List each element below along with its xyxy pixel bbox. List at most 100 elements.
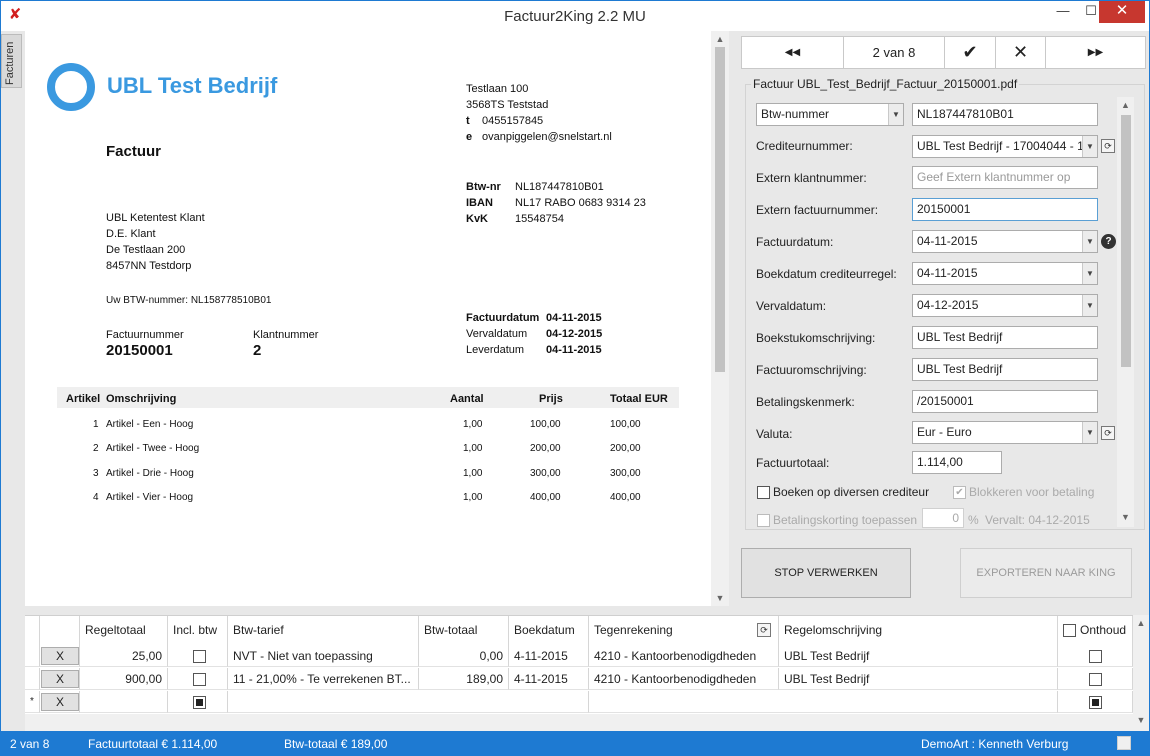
close-window-button[interactable]: ✕ [1099, 1, 1145, 23]
item-desc: Artikel - Vier - Hoog [106, 492, 194, 503]
minimize-button[interactable]: — [1048, 1, 1078, 23]
col-regeltotaal[interactable]: Regeltotaal [80, 616, 168, 645]
col-onthoud[interactable]: Onthoud [1058, 616, 1133, 645]
scroll-up-icon[interactable]: ▲ [711, 34, 729, 44]
betalingskenmerk-input[interactable]: /20150001 [912, 390, 1098, 413]
item-total: 200,00 [610, 443, 641, 454]
onthoud-checkbox-indeterminate[interactable] [1089, 696, 1102, 709]
cell-tegenrekening[interactable] [589, 691, 1058, 713]
reject-button[interactable]: ✕ [996, 37, 1046, 68]
boekdatum-label: Boekdatum crediteurregel: [756, 267, 897, 281]
scroll-down-icon[interactable]: ▼ [1117, 512, 1134, 522]
scroll-up-icon[interactable]: ▲ [1117, 100, 1134, 110]
cell-btw-totaal[interactable]: 189,00 [419, 668, 509, 690]
scroll-up-icon[interactable]: ▲ [1133, 618, 1149, 628]
korting-percentage-input[interactable]: 0 [922, 508, 964, 528]
valuta-select[interactable]: Eur - Euro ▼ [912, 421, 1098, 444]
status-btwtotaal: Btw-totaal € 189,00 [284, 737, 388, 751]
form-scrollbar[interactable]: ▲ ▼ [1117, 97, 1134, 527]
chevron-down-icon[interactable]: ▼ [888, 104, 903, 125]
cell-btw-tarief[interactable] [228, 691, 589, 713]
factuurtotaal-input[interactable]: 1.114,00 [912, 451, 1002, 474]
cell-regelomschrijving[interactable]: UBL Test Bedrijf [779, 668, 1058, 690]
invoice-preview: UBL Test Bedrijf Testlaan 100 3568TS Tes… [25, 31, 711, 606]
stop-processing-button[interactable]: STOP VERWERKEN [741, 548, 911, 598]
invoice-navigation: ◀◀ 2 van 8 ✔ ✕ ▶▶ [741, 36, 1146, 69]
grid-horizontal-scrollbar[interactable] [25, 714, 1133, 731]
extern-klant-input[interactable]: Geef Extern klantnummer op [912, 166, 1098, 189]
scroll-down-icon[interactable]: ▼ [711, 593, 729, 603]
delete-row-button[interactable]: X [41, 693, 79, 711]
cell-btw-totaal[interactable]: 0,00 [419, 645, 509, 667]
cell-regeltotaal[interactable] [80, 691, 168, 713]
cell-btw-tarief[interactable]: NVT - Niet van toepassing [228, 645, 419, 667]
factuuromschr-input[interactable]: UBL Test Bedrijf [912, 358, 1098, 381]
panel-splitter[interactable] [25, 607, 1149, 615]
scroll-down-icon[interactable]: ▼ [1133, 715, 1149, 725]
cell-regeltotaal[interactable]: 900,00 [80, 668, 168, 690]
extern-factuur-input[interactable]: 20150001 [912, 198, 1098, 221]
refresh-crediteur-icon[interactable]: ⟳ [1101, 139, 1115, 153]
cell-tegenrekening[interactable]: 4210 - Kantoorbenodigdheden [589, 668, 779, 690]
export-status-icon[interactable] [1117, 736, 1131, 750]
delete-row-button[interactable]: X [41, 670, 79, 688]
incl-btw-checkbox[interactable] [193, 673, 206, 686]
document-scrollbar[interactable]: ▲ ▼ [711, 31, 729, 606]
item-qty: 1,00 [463, 468, 483, 479]
factuurdatum-picker[interactable]: 04-11-2015 ▼ [912, 230, 1098, 253]
incl-btw-checkbox[interactable] [193, 650, 206, 663]
vervaldatum-picker[interactable]: 04-12-2015 ▼ [912, 294, 1098, 317]
col-regelomschrijving[interactable]: Regelomschrijving [779, 616, 1058, 645]
grid-scrollbar[interactable]: ▲ ▼ [1133, 615, 1149, 731]
korting-checkbox[interactable] [757, 514, 770, 527]
refresh-tegenrekening-icon[interactable]: ⟳ [757, 623, 771, 637]
item-qty: 1,00 [463, 443, 483, 454]
export-to-king-button[interactable]: EXPORTEREN NAAR KING [960, 548, 1132, 598]
onthoud-all-checkbox[interactable] [1063, 624, 1076, 637]
last-invoice-button[interactable]: ▶▶ [1046, 37, 1145, 68]
help-icon[interactable]: ? [1101, 234, 1116, 249]
chevron-down-icon[interactable]: ▼ [1082, 231, 1097, 252]
form-scroll-thumb[interactable] [1121, 115, 1131, 367]
chevron-down-icon[interactable]: ▼ [1082, 295, 1097, 316]
diversen-checkbox[interactable] [757, 486, 770, 499]
crediteurnummer-select[interactable]: UBL Test Bedrijf - 17004044 - 1 ▼ [912, 135, 1098, 158]
recipient-line: D.E. Klant [106, 228, 156, 240]
document-scroll-thumb[interactable] [715, 47, 725, 372]
valuta-value: Eur - Euro [917, 425, 972, 439]
tab-facturen[interactable]: Facturen [1, 34, 22, 88]
chevron-down-icon[interactable]: ▼ [1082, 136, 1097, 157]
col-tegenrekening[interactable]: Tegenrekening ⟳ [589, 616, 779, 645]
col-btw-tarief[interactable]: Btw-tarief [228, 616, 419, 645]
cell-regeltotaal[interactable]: 25,00 [80, 645, 168, 667]
item-price: 100,00 [530, 419, 561, 430]
col-boekdatum[interactable]: Boekdatum [509, 616, 589, 645]
item-nr: 4 [93, 492, 99, 503]
delete-row-button[interactable]: X [41, 647, 79, 665]
refresh-valuta-icon[interactable]: ⟳ [1101, 426, 1115, 440]
boekstuk-input[interactable]: UBL Test Bedrijf [912, 326, 1098, 349]
onthoud-checkbox[interactable] [1089, 673, 1102, 686]
cell-regelomschrijving[interactable]: UBL Test Bedrijf [779, 645, 1058, 667]
incl-btw-checkbox-indeterminate[interactable] [193, 696, 206, 709]
cell-tegenrekening[interactable]: 4210 - Kantoorbenodigdheden [589, 645, 779, 667]
col-incl-btw[interactable]: Incl. btw [168, 616, 228, 645]
new-row-marker: * [25, 691, 40, 713]
lookup-type-select[interactable]: Btw-nummer ▼ [756, 103, 904, 126]
accept-button[interactable]: ✔ [945, 37, 996, 68]
cell-boekdatum[interactable]: 4-11-2015 [509, 645, 589, 667]
status-user: DemoArt : Kenneth Verburg [921, 737, 1069, 751]
invoice-number: 20150001 [106, 342, 173, 359]
lookup-value-input[interactable]: NL187447810B01 [912, 103, 1098, 126]
onthoud-checkbox[interactable] [1089, 650, 1102, 663]
boekdatum-picker[interactable]: 04-11-2015 ▼ [912, 262, 1098, 285]
blokkeren-checkbox[interactable]: ✔ [953, 486, 966, 499]
col-btw-totaal[interactable]: Btw-totaal [419, 616, 509, 645]
cell-boekdatum[interactable]: 4-11-2015 [509, 668, 589, 690]
first-invoice-button[interactable]: ◀◀ [742, 37, 844, 68]
item-desc: Artikel - Twee - Hoog [106, 443, 200, 454]
item-desc: Artikel - Een - Hoog [106, 419, 194, 430]
chevron-down-icon[interactable]: ▼ [1082, 263, 1097, 284]
cell-btw-tarief[interactable]: 11 - 21,00% - Te verrekenen BT... [228, 668, 419, 690]
chevron-down-icon[interactable]: ▼ [1082, 422, 1097, 443]
